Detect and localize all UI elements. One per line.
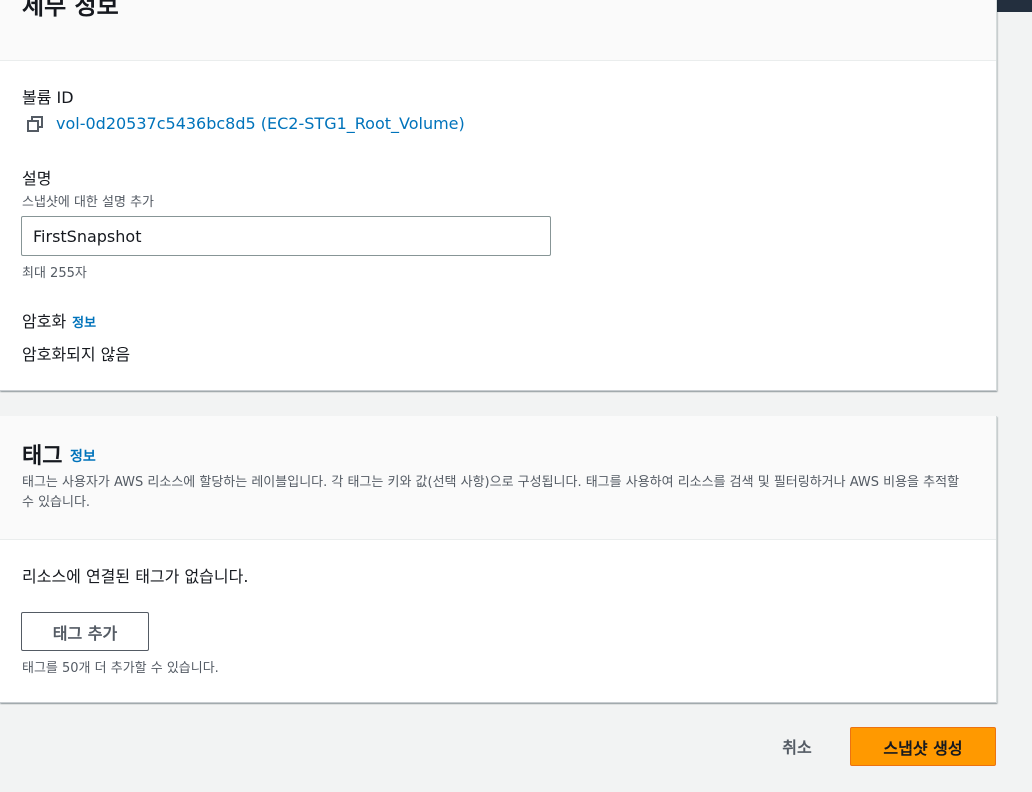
add-tag-button[interactable]: 태그 추가 <box>21 612 149 651</box>
description-input[interactable] <box>21 216 551 256</box>
volume-id-label: 볼륨 ID <box>22 88 74 107</box>
details-panel: 세부 정보 볼륨 ID vol-0d20537c5436bc8d5 (EC2-S… <box>0 0 997 391</box>
details-header: 세부 정보 <box>0 0 996 61</box>
description-constraint: 최대 255자 <box>22 266 87 281</box>
description-label: 설명 <box>22 169 52 188</box>
encryption-info-link[interactable]: 정보 <box>72 316 96 331</box>
tags-description: 태그는 사용자가 AWS 리소스에 할당하는 레이블입니다. 각 태그는 키와 … <box>22 475 960 510</box>
tags-panel: 태그 정보 태그는 사용자가 AWS 리소스에 할당하는 레이블입니다. 각 태… <box>0 416 997 703</box>
cancel-button[interactable]: 취소 <box>760 727 834 765</box>
tags-header: 태그 정보 태그는 사용자가 AWS 리소스에 할당하는 레이블입니다. 각 태… <box>0 416 996 540</box>
encryption-value: 암호화되지 않음 <box>22 345 131 364</box>
create-snapshot-button[interactable]: 스냅샷 생성 <box>850 727 996 766</box>
tags-limit-hint: 태그를 50개 더 추가할 수 있습니다. <box>22 661 219 676</box>
encryption-label: 암호화 <box>22 312 67 331</box>
volume-id-link[interactable]: vol-0d20537c5436bc8d5 (EC2-STG1_Root_Vol… <box>56 114 465 133</box>
tags-title: 태그 <box>22 444 63 469</box>
tags-empty-message: 리소스에 연결된 태그가 없습니다. <box>22 567 249 586</box>
copy-icon[interactable] <box>26 115 44 133</box>
details-title: 세부 정보 <box>22 0 119 20</box>
encryption-label-row: 암호화 정보 <box>22 308 96 332</box>
description-hint: 스냅샷에 대한 설명 추가 <box>22 195 154 210</box>
tags-info-link[interactable]: 정보 <box>70 446 96 466</box>
